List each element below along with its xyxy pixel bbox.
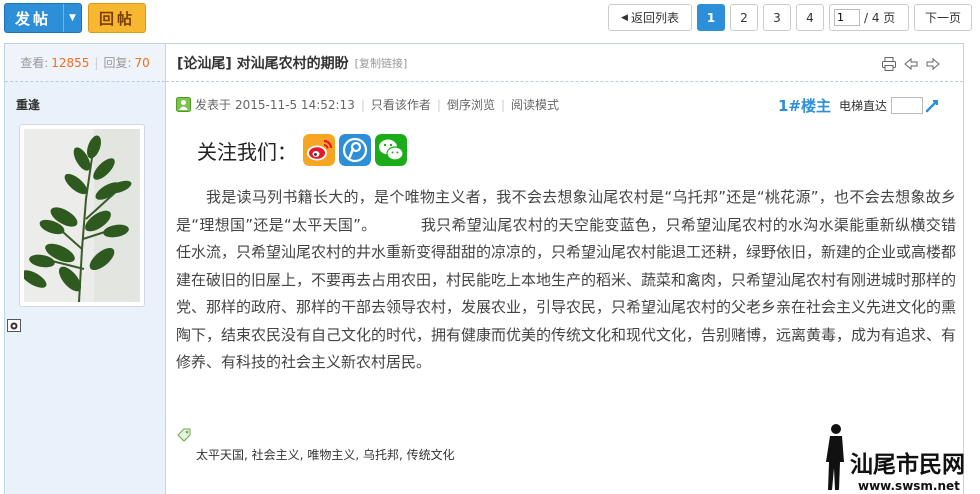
go-floor-icon[interactable] — [925, 99, 939, 113]
page-2-button[interactable]: 2 — [730, 4, 758, 31]
online-status-icon — [176, 97, 191, 112]
post-tags: 太平天国, 社会主义, 唯物主义, 乌托邦, 传统文化 — [196, 448, 455, 462]
meta-divider: | — [360, 97, 365, 112]
post-title-bar: [论汕尾] 对汕尾农村的期盼 [复制链接] — [166, 44, 963, 82]
posted-prefix: 发表于 — [195, 98, 232, 112]
back-to-list-label: 返回列表 — [630, 11, 679, 25]
post-content: 我是读马列书籍长大的，是个唯物主义者，我不会去想象汕尾农村是“乌托邦”还是“桃花… — [176, 184, 956, 377]
reverse-order-link[interactable]: 倒序浏览 — [447, 96, 495, 113]
top-toolbar: 发帖 ▼ 回帖 ◀ 返回列表 1 2 3 4 / 4 页 下一页 — [0, 0, 980, 36]
page-3-button[interactable]: 3 — [763, 4, 791, 31]
author-name[interactable]: 重逢 — [16, 96, 165, 113]
post-meta: 发表于 2015-11-5 14:52:13 | 只看该作者 | 倒序浏览 | … — [176, 96, 559, 113]
watermark-name: 汕尾市民网 — [850, 451, 965, 478]
follow-label: 关注我们： — [197, 139, 297, 164]
reply-button[interactable]: 回帖 — [88, 3, 146, 33]
tencent-weibo-icon[interactable] — [339, 134, 371, 166]
print-icon[interactable] — [881, 56, 897, 72]
tag-link[interactable]: 乌托邦 — [363, 448, 399, 462]
post-datetime: 2015-11-5 14:52:13 — [235, 97, 355, 112]
back-to-list-button[interactable]: ◀ 返回列表 — [608, 4, 692, 31]
read-mode-link[interactable]: 阅读模式 — [511, 96, 559, 113]
post-tools — [881, 56, 941, 72]
wechat-icon[interactable] — [375, 134, 407, 166]
follow-us: 关注我们： — [197, 134, 411, 166]
elevator-label: 电梯直达 — [838, 99, 887, 113]
page-total-label: / 4 页 — [864, 11, 896, 25]
page-4-button[interactable]: 4 — [796, 4, 824, 31]
author-sidebar: 查看: 12855 | 回复: 70 重逢 — [4, 43, 166, 494]
chevron-left-icon: ◀ — [621, 12, 628, 23]
views-count: 12855 — [51, 55, 90, 70]
page-jump-input[interactable] — [834, 9, 860, 26]
replies-label: 回复: — [103, 56, 132, 70]
tag-link[interactable]: 唯物主义 — [307, 448, 355, 462]
views-label: 查看: — [20, 56, 49, 70]
watermark-url: www.swsm.net — [858, 479, 960, 493]
chevron-down-icon[interactable]: ▼ — [63, 4, 81, 32]
content-paragraph-2: 我只希望汕尾农村的天空能变蓝色，只希望汕尾农村的水沟水渠能重新纵横交错任水流，只… — [176, 215, 957, 372]
avatar[interactable] — [19, 124, 145, 307]
tag-icon — [177, 428, 191, 442]
only-author-link[interactable]: 只看该作者 — [371, 96, 431, 113]
tag-link[interactable]: 太平天国 — [196, 448, 244, 462]
next-page-button[interactable]: 下一页 — [914, 4, 972, 31]
pagination: ◀ 返回列表 1 2 3 4 / 4 页 下一页 — [608, 4, 972, 31]
weibo-icon[interactable] — [303, 134, 335, 166]
plant-image — [24, 129, 140, 302]
meta-divider: | — [436, 97, 441, 112]
tag-link[interactable]: 社会主义 — [252, 448, 300, 462]
stats-divider: | — [94, 55, 99, 70]
meta-divider: | — [500, 97, 505, 112]
next-thread-icon[interactable] — [925, 56, 941, 72]
site-watermark: 汕尾市民网 www.swsm.net — [818, 418, 978, 494]
avatar-image — [24, 129, 140, 302]
tag-link[interactable]: 传统文化 — [407, 448, 455, 462]
floor-label[interactable]: 1#楼主 — [778, 95, 831, 116]
thread-stats: 查看: 12855 | 回复: 70 — [5, 44, 165, 82]
page-1-button[interactable]: 1 — [697, 4, 725, 31]
post-title: [论汕尾] 对汕尾农村的期盼 — [177, 55, 349, 72]
new-post-button[interactable]: 发帖 ▼ — [4, 3, 82, 33]
floor-nav: 1#楼主 电梯直达 — [778, 95, 939, 116]
copy-link[interactable]: [复制链接] — [355, 55, 408, 71]
watermark-logo: 汕尾市民网 www.swsm.net — [826, 424, 965, 493]
replies-count: 70 — [134, 55, 150, 70]
page-jump: / 4 页 — [829, 4, 909, 31]
new-post-label: 发帖 — [15, 9, 52, 28]
previous-thread-icon[interactable] — [903, 56, 919, 72]
medal-icon[interactable] — [7, 319, 21, 332]
elevator-input[interactable] — [891, 97, 923, 114]
